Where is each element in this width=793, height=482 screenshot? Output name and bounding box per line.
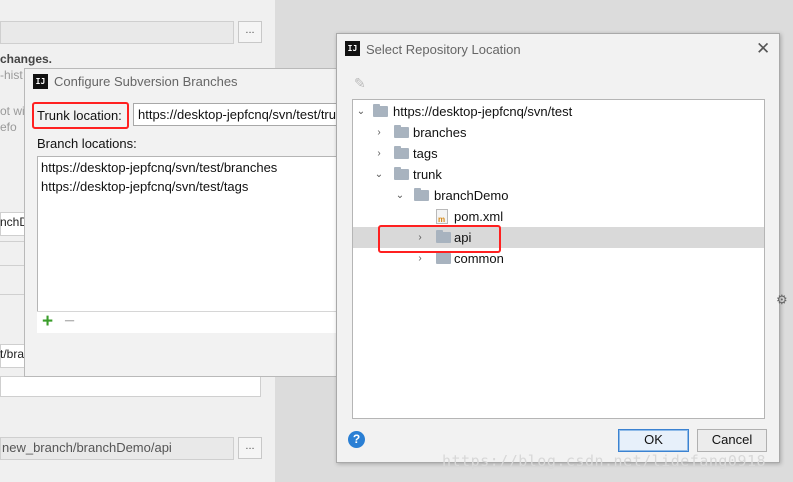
maven-file-icon <box>436 209 448 224</box>
list-toolbar: + − <box>37 311 342 333</box>
tree-node-label: tags <box>413 146 438 161</box>
top-field[interactable] <box>0 21 234 44</box>
dialog-title: Configure Subversion Branches <box>54 74 238 89</box>
add-icon[interactable]: + <box>42 312 53 332</box>
target-path-text: new_branch/branchDemo/api <box>2 440 172 455</box>
path-fragment-text: t/bra <box>0 347 25 361</box>
remove-icon[interactable]: − <box>64 312 75 332</box>
ok-button[interactable]: OK <box>618 429 689 452</box>
tree-node-pom[interactable]: pom.xml <box>353 206 764 227</box>
chevron-down-icon[interactable]: ⌄ <box>355 101 367 122</box>
changes-text: changes. <box>0 52 53 66</box>
watermark-text: https://blog.csdn.net/lidefang0918 <box>442 452 767 470</box>
help-icon[interactable]: ? <box>348 431 365 448</box>
highlight-box <box>378 225 501 253</box>
fragment-text-2: efo <box>0 120 17 134</box>
hist-text: -hist <box>0 68 23 82</box>
tree-node-label: pom.xml <box>454 209 504 224</box>
folder-icon <box>373 104 388 117</box>
tree-node-label: common <box>454 251 504 266</box>
intellij-logo-icon: IJ <box>33 74 48 89</box>
list-item[interactable]: https://desktop-jepfcnq/svn/test/tags <box>41 179 248 194</box>
intellij-logo-icon: IJ <box>345 41 360 56</box>
tree-node-branches[interactable]: › branches <box>353 122 764 143</box>
trunk-location-input[interactable]: https://desktop-jepfcnq/svn/test/trunk <box>133 103 343 126</box>
tree-node-label: trunk <box>413 167 442 182</box>
dialog-title: Select Repository Location <box>366 42 521 57</box>
comment-field[interactable] <box>0 376 261 397</box>
edit-location-icon[interactable]: ✎ <box>354 76 369 91</box>
chevron-right-icon[interactable]: › <box>373 143 385 164</box>
chevron-down-icon[interactable]: ⌄ <box>394 185 406 206</box>
branch-locations-label: Branch locations: <box>37 136 137 151</box>
fragment-text-1: ot wi <box>0 104 25 118</box>
branch-locations-list[interactable]: https://desktop-jepfcnq/svn/test/branche… <box>37 156 342 332</box>
folder-icon <box>394 167 409 180</box>
select-repository-dialog: IJ Select Repository Location ✕ ✎ ⌄ http… <box>336 33 780 463</box>
tree-node-branchdemo[interactable]: ⌄ branchDemo <box>353 185 764 206</box>
cancel-button[interactable]: Cancel <box>697 429 767 452</box>
tree-node-tags[interactable]: › tags <box>353 143 764 164</box>
gear-icon[interactable]: ⚙ <box>776 292 788 308</box>
tree-node-label: branchDemo <box>434 188 509 203</box>
folder-icon <box>414 188 429 201</box>
folder-icon <box>394 125 409 138</box>
tree-node-label: branches <box>413 125 467 140</box>
chevron-right-icon[interactable]: › <box>373 122 385 143</box>
close-icon[interactable]: ✕ <box>756 39 770 59</box>
tree-node-root[interactable]: ⌄ https://desktop-jepfcnq/svn/test <box>353 101 764 122</box>
target-browse-button[interactable]: ... <box>238 437 262 459</box>
top-browse-button[interactable]: ... <box>238 21 262 43</box>
folder-icon <box>394 146 409 159</box>
tree-node-trunk[interactable]: ⌄ trunk <box>353 164 764 185</box>
chevron-down-icon[interactable]: ⌄ <box>373 164 385 185</box>
configure-branches-dialog: IJ Configure Subversion Branches Trunk l… <box>24 68 343 377</box>
highlight-box <box>32 102 129 129</box>
folder-icon <box>436 251 451 264</box>
list-item[interactable]: https://desktop-jepfcnq/svn/test/branche… <box>41 160 277 175</box>
repository-tree[interactable]: ⌄ https://desktop-jepfcnq/svn/test › bra… <box>352 99 765 419</box>
tree-node-label: https://desktop-jepfcnq/svn/test <box>393 104 573 119</box>
